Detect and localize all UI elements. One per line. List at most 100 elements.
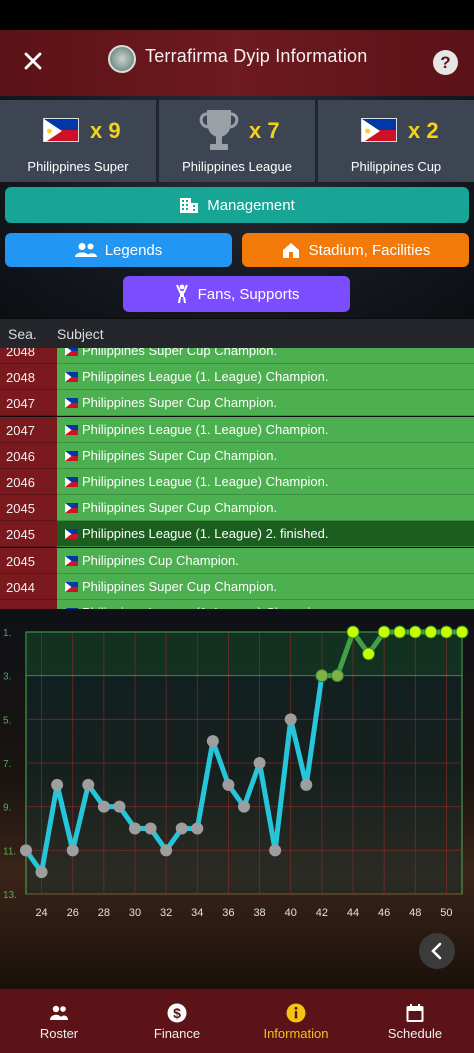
philippines-flag-icon [65,555,78,566]
season-cell: 2047 [0,416,57,443]
management-button[interactable]: Management [5,187,469,223]
x-tick-label: 44 [347,907,359,919]
management-label: Management [207,196,295,214]
season-cell: 2047 [0,390,57,417]
table-row[interactable]: 2044 Philippines Super Cup Champion. [0,573,474,600]
table-row[interactable]: 2044Philippines League (1. League) Champ… [0,600,474,609]
page-title: Terrafirma Dyip Information [145,46,368,66]
data-point [346,625,360,639]
history-table-header: Sea. Subject [0,319,474,348]
team-crest-icon [108,45,136,73]
data-point [175,822,188,835]
x-tick-label: 46 [378,907,390,919]
x-tick-label: 42 [316,907,328,919]
trophy-name: Philippines League [182,159,292,174]
nav-roster[interactable]: Roster [0,989,118,1053]
nav-information[interactable]: Information [237,989,355,1053]
x-tick-label: 48 [409,907,421,919]
ranking-chart-svg: 1. 3. 5. 7. 9. 11. 13. 24 26 28 30 32 34 36 38 40 42 44 46… [3,625,469,919]
y-tick-label: 9. [3,803,11,814]
back-button[interactable] [419,933,455,969]
trophy-count: x 7 [249,118,280,143]
data-point [97,800,110,813]
trophy-icon [199,110,239,150]
season-cell: 2048 [0,348,57,364]
help-icon[interactable]: ? [433,50,458,75]
legends-button[interactable]: Legends [5,233,232,267]
data-point [269,844,282,857]
y-tick-label: 1. [3,628,11,639]
data-point [439,625,453,639]
y-tick-label: 11. [3,846,16,857]
table-row[interactable]: 2048 Philippines League (1. League) Champ… [0,364,474,391]
nav-finance[interactable]: $ Finance [118,989,236,1053]
data-point [362,647,376,661]
data-point [206,735,219,748]
nav-information-label: Information [263,1026,329,1041]
table-row[interactable]: 2046 Philippines Super Cup Champion. [0,442,474,469]
chevron-left-icon [431,942,442,960]
data-point [191,822,204,835]
philippines-flag-icon [361,118,397,142]
x-tick-label: 26 [67,907,79,919]
nav-schedule[interactable]: Schedule [356,989,474,1053]
data-point [144,822,157,835]
trophy-card-philippines-league: x 7 Philippines League [159,100,315,182]
history-table-body[interactable]: 2048 Philippines Super Cup Champion. 2048 P… [0,348,474,609]
season-cell: 2046 [0,442,57,469]
table-row[interactable]: 2047 Philippines Super Cup Champion. [0,390,474,417]
season-cell: 2048 [0,364,57,391]
data-point [51,778,64,791]
nav-roster-label: Roster [39,1026,79,1041]
data-point [455,625,469,639]
trophy-count: x 9 [90,118,121,143]
table-row[interactable]: 2045 Philippines League (1. League) 2. fi… [0,521,474,548]
table-row[interactable]: 2047 Philippines League (1. League) Champ… [0,416,474,443]
season-cell: 2044 [0,573,57,600]
table-row[interactable]: 2048 Philippines Super Cup Champion. [0,348,474,364]
legends-label: Legends [104,241,163,259]
top-rank-band [26,632,462,676]
subject-cell: Philippines League (1. League) 2. finish… [57,521,474,548]
philippines-flag-icon [65,348,78,356]
subject-cell: Philippines Super Cup Champion. [57,390,474,417]
fans-button[interactable]: Fans, Supports [123,276,350,312]
y-tick-label: 13. [3,890,17,901]
nav-finance-label: Finance [153,1026,201,1041]
info-icon [286,1003,306,1023]
season-cell: 2045 [0,547,57,574]
season-cell: 2045 [0,495,57,522]
data-point [113,800,126,813]
data-point [66,844,79,857]
stadium-button[interactable]: Stadium, Facilities [242,233,469,267]
subject-cell: Philippines League (1. League) Champion. [57,416,474,443]
subject-cell: Philippines League (1. League) Champion. [57,469,474,495]
subject-cell: Philippines Cup Champion. [57,547,474,574]
philippines-flag-icon [65,372,78,383]
season-cell: 2046 [0,469,57,495]
data-point [253,757,266,769]
philippines-flag-icon [43,118,79,142]
app-header: Terrafirma Dyip Information ? [0,30,474,96]
table-row[interactable]: 2045 Philippines Cup Champion. [0,547,474,574]
season-column-header: Sea. [8,326,37,342]
y-tick-label: 5. [3,715,11,726]
subject-cell: Philippines Super Cup Champion. [57,495,474,522]
dollar-icon: $ [167,1003,187,1023]
x-tick-label: 32 [160,907,172,919]
status-bar [0,0,474,30]
philippines-flag-icon [65,503,78,514]
house-icon [282,243,299,258]
table-row[interactable]: 2045 Philippines Super Cup Champion. [0,495,474,522]
table-row[interactable]: 2046 Philippines League (1. League) Champ… [0,469,474,495]
x-tick-label: 40 [285,907,297,919]
data-point [393,625,407,639]
data-point [408,625,422,639]
close-icon[interactable] [18,46,48,76]
trophy-card-philippines-super: x 9 Philippines Super [0,100,156,182]
data-point [160,844,173,857]
data-point [300,778,313,791]
nav-schedule-label: Schedule [387,1026,443,1041]
data-point [424,625,438,639]
season-cell: 2045 [0,521,57,548]
